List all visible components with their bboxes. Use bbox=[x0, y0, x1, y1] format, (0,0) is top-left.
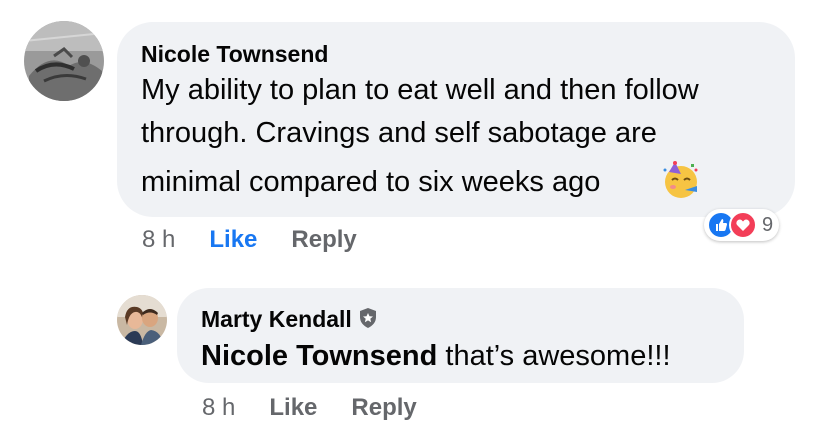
reply-like-button[interactable]: Like bbox=[269, 394, 317, 422]
comment-text-line-2: through. Cravings and self sabotage are bbox=[141, 117, 657, 149]
comment-text-line-3: minimal compared to six weeks ago bbox=[141, 166, 601, 198]
reply-reply-button[interactable]: Reply bbox=[351, 394, 416, 422]
reply-mention[interactable]: Nicole Townsend bbox=[201, 340, 437, 372]
comment-author-name[interactable]: Nicole Townsend bbox=[141, 41, 328, 68]
comment-reply-button[interactable]: Reply bbox=[291, 226, 356, 254]
reply-actions: 8 h Like Reply bbox=[202, 394, 417, 422]
reply-message: that’s awesome!!! bbox=[437, 340, 671, 372]
shield-star-icon bbox=[358, 307, 378, 335]
comment-actions: 8 h Like Reply bbox=[142, 226, 357, 254]
reply-author-label[interactable]: Marty Kendall bbox=[201, 306, 352, 332]
replier-avatar[interactable] bbox=[117, 295, 167, 345]
reactions-summary[interactable]: 9 bbox=[704, 209, 780, 241]
comment-timestamp[interactable]: 8 h bbox=[142, 226, 175, 254]
commenter-avatar[interactable] bbox=[24, 21, 104, 101]
reply-author-name[interactable]: Marty Kendall bbox=[201, 306, 378, 335]
partying-face-emoji-icon bbox=[661, 160, 701, 200]
reply-text: Nicole Townsend that’s awesome!!! bbox=[201, 340, 671, 373]
reaction-count: 9 bbox=[762, 213, 774, 236]
reply-timestamp[interactable]: 8 h bbox=[202, 394, 235, 422]
love-reaction-icon bbox=[729, 211, 757, 239]
comment-text-line-1: My ability to plan to eat well and then … bbox=[141, 74, 699, 106]
comment-like-button[interactable]: Like bbox=[209, 226, 257, 254]
